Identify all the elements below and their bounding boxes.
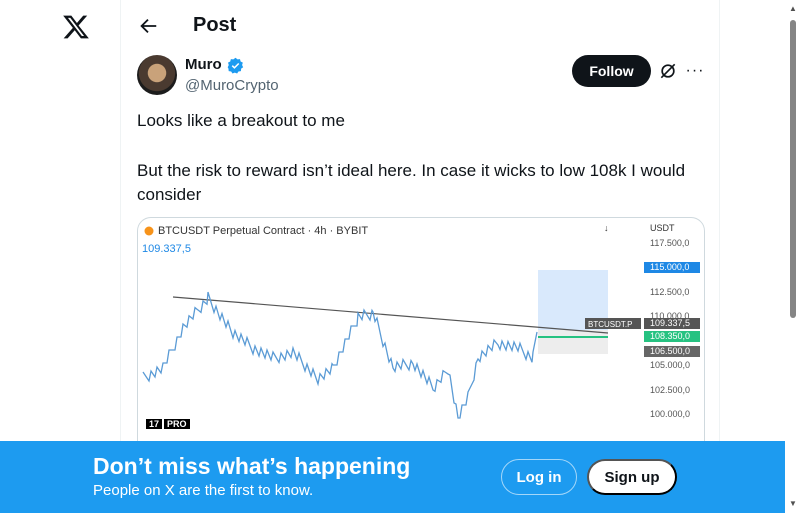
download-icon: ↓ (604, 223, 609, 233)
tradingview-logo: 17 PRO (144, 416, 190, 430)
author-name[interactable]: Muro (185, 56, 222, 73)
axis-tick-label: 106.500,0 (650, 346, 690, 356)
scrollbar[interactable]: ▲ ▼ (785, 0, 800, 513)
follow-button[interactable]: Follow (572, 55, 651, 87)
chart-currency: USDT (650, 223, 675, 233)
tv-logo-badge: PRO (164, 419, 190, 429)
chart-title: BTCUSDT Perpetual Contract · 4h · BYBIT (158, 225, 369, 237)
tweet-media-chart-image[interactable]: 117.500,0 115.000,0 112.500,0 110.000,0 109.… (137, 217, 705, 459)
grok-icon[interactable] (658, 61, 678, 81)
left-nav (0, 0, 120, 513)
x-logo-icon[interactable] (62, 13, 90, 41)
axis-tick-label: 102.500,0 (650, 385, 690, 395)
login-button[interactable]: Log in (501, 459, 577, 495)
author-handle[interactable]: @MuroCrypto (185, 77, 279, 94)
currency-dot-icon (144, 226, 154, 236)
back-arrow-icon[interactable] (137, 15, 159, 37)
scroll-down-icon[interactable]: ▼ (789, 499, 797, 508)
signup-banner: Don’t miss what’s happening People on X … (0, 441, 785, 513)
axis-tick-label: 115.000,0 (650, 262, 689, 272)
axis-tick-label: 112.500,0 (650, 287, 689, 297)
scrollbar-thumb[interactable] (790, 20, 796, 318)
tweet-text-line2: But the risk to reward isn’t ideal here.… (137, 161, 686, 204)
avatar[interactable] (137, 55, 177, 95)
page-title: Post (193, 14, 237, 36)
banner-subtitle: People on X are the first to know. (93, 482, 314, 499)
chart-image-graphic: 117.500,0115.000,0112.500,0110.000,0109.… (142, 238, 700, 419)
scroll-up-icon[interactable]: ▲ (789, 4, 797, 13)
post-header: Post (121, 0, 719, 53)
signup-button[interactable]: Sign up (587, 459, 677, 495)
axis-tick-label: 100.000,0 (650, 409, 690, 419)
more-options-icon[interactable]: ··· (684, 61, 706, 81)
axis-tick-label: 105.000,0 (650, 360, 690, 370)
verified-badge-icon (227, 57, 244, 74)
axis-tick-label: 108.350,0 (650, 331, 690, 341)
symbol-tag: BTCUSDT.P (588, 320, 632, 329)
axis-tick-label: 109.337,5 (650, 318, 690, 328)
tv-logo-mark: 17 (146, 419, 163, 429)
post-column: Post Muro @MuroCrypto Follow ··· Looks l… (120, 0, 720, 513)
tweet-text-line1: Looks like a breakout to me (137, 111, 345, 130)
chart-current-price: 109.337,5 (142, 243, 191, 255)
banner-title: Don’t miss what’s happening (93, 453, 411, 479)
